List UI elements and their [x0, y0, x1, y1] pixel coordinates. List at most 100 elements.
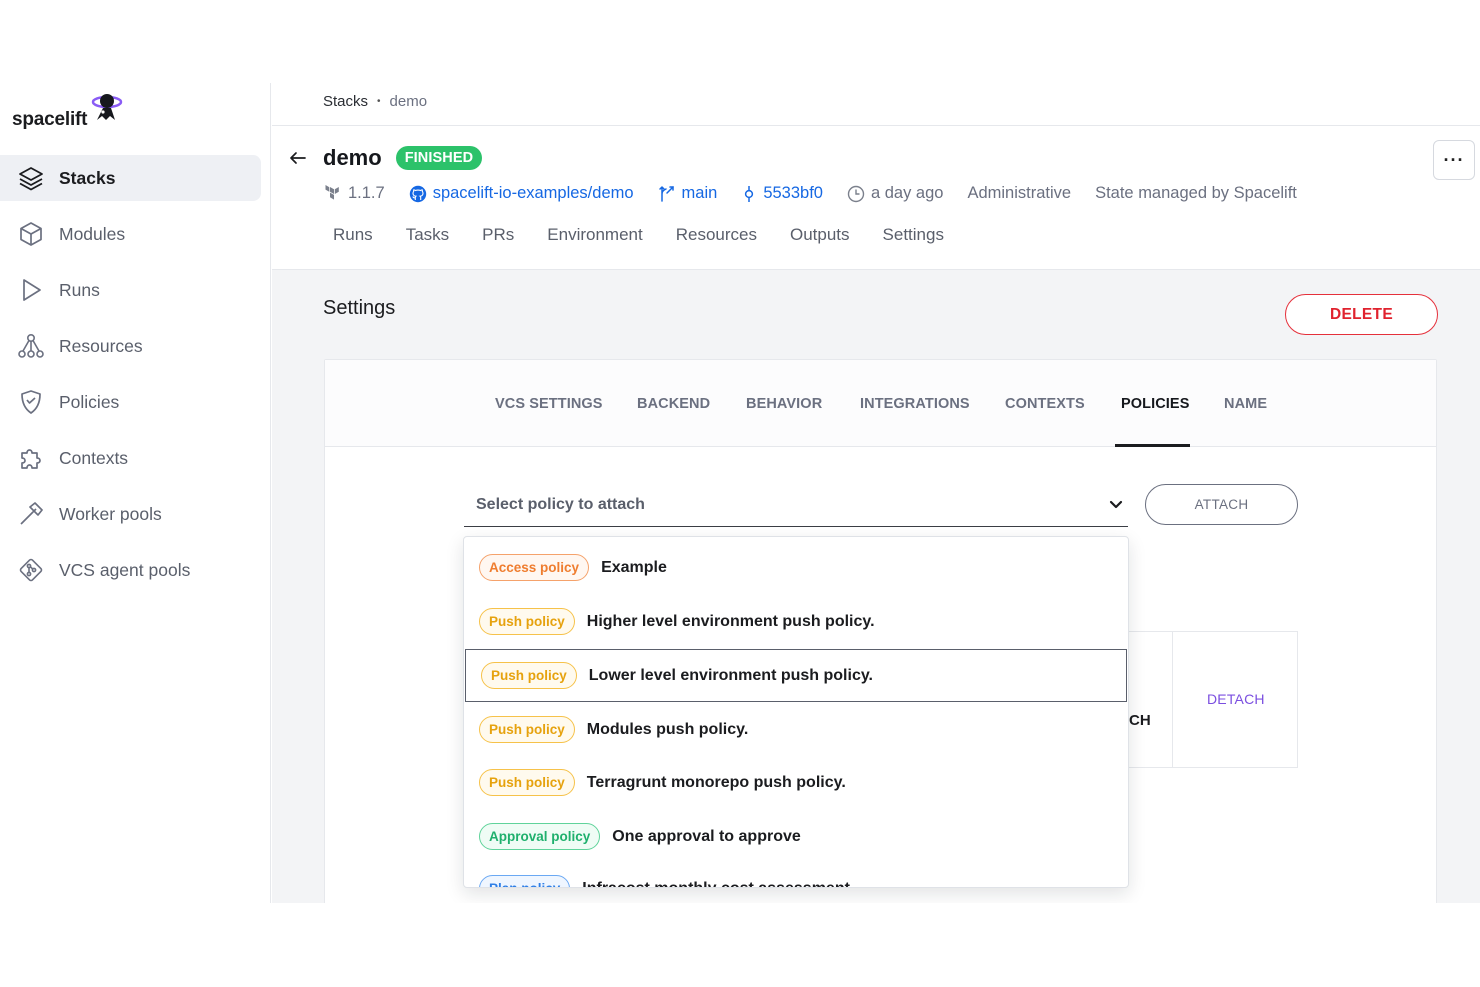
delete-button[interactable]: DELETE	[1285, 294, 1438, 335]
page-title: demo	[323, 145, 382, 170]
back-arrow-icon[interactable]	[288, 148, 308, 168]
policy-type-badge: Approval policy	[479, 823, 601, 850]
tab-environment[interactable]: Environment	[547, 225, 642, 245]
repo-link[interactable]: spacelift-io-examples/demo	[409, 184, 634, 203]
settings-tabs: VCS SETTINGS BACKEND BEHAVIOR INTEGRATIO…	[325, 360, 1436, 447]
sidebar-item-label: Runs	[59, 279, 100, 300]
policy-name: Modules push policy.	[586, 720, 749, 738]
tab-vcs-settings[interactable]: VCS SETTINGS	[495, 396, 603, 412]
branch-link[interactable]: main	[658, 184, 717, 203]
logo[interactable]: spacelift	[12, 94, 123, 131]
puzzle-icon	[16, 443, 46, 473]
tab-tasks[interactable]: Tasks	[406, 225, 449, 245]
sidebar-item-label: Modules	[59, 223, 126, 244]
policy-name: Lower level environment push policy.	[588, 666, 873, 684]
sidebar: spacelift Stacks Modules Runs Resources …	[0, 83, 271, 903]
breadcrumb: Stacks • demo	[323, 93, 427, 110]
sidebar-item-label: Stacks	[59, 167, 116, 188]
cube-icon	[16, 219, 46, 249]
sidebar-item-runs[interactable]: Runs	[0, 267, 261, 313]
tab-settings[interactable]: Settings	[883, 225, 944, 245]
detach-button[interactable]: DETACH	[1207, 691, 1265, 707]
breadcrumb-stacks[interactable]: Stacks	[323, 93, 368, 110]
attach-button[interactable]: ATTACH	[1145, 484, 1298, 525]
tab-behavior[interactable]: BEHAVIOR	[746, 396, 822, 412]
breadcrumb-current: demo	[389, 93, 428, 110]
policy-name: Terragrunt monorepo push policy.	[586, 773, 846, 791]
logo-text: spacelift	[12, 109, 88, 130]
sidebar-item-policies[interactable]: Policies	[0, 379, 261, 425]
sidebar-item-worker-pools[interactable]: Worker pools	[0, 491, 261, 537]
shield-icon	[16, 387, 46, 417]
app-frame: spacelift Stacks Modules Runs Resources …	[0, 83, 1480, 903]
policy-type-badge: Push policy	[479, 769, 575, 796]
sidebar-item-label: Resources	[59, 335, 143, 356]
list-item[interactable]: Push policy Higher level environment pus…	[464, 595, 1128, 648]
policy-name: Higher level environment push policy.	[586, 612, 875, 630]
commit-link[interactable]: 5533bf0	[741, 184, 823, 203]
updated-time: a day ago	[847, 184, 943, 203]
stack-state: State managed by Spacelift	[1095, 184, 1297, 202]
sidebar-item-label: Worker pools	[59, 503, 162, 524]
stack-header: demo FINISHED	[288, 145, 483, 171]
policy-type-badge: Push policy	[479, 608, 575, 635]
layers-icon	[16, 163, 46, 193]
list-item-highlighted[interactable]: Push policy Lower level environment push…	[465, 649, 1127, 702]
sidebar-item-resources[interactable]: Resources	[0, 323, 261, 369]
sidebar-nav: Stacks Modules Runs Resources Policies C…	[0, 155, 271, 603]
stack-tabs: Runs Tasks PRs Environment Resources Out…	[333, 225, 977, 245]
list-item[interactable]: Push policy Terragrunt monorepo push pol…	[464, 756, 1128, 809]
tab-outputs[interactable]: Outputs	[790, 225, 850, 245]
list-item[interactable]: Push policy Modules push policy.	[464, 703, 1128, 756]
table-cell-fragment: CH	[1129, 712, 1151, 729]
sidebar-item-label: Policies	[59, 391, 120, 412]
tab-contexts[interactable]: CONTEXTS	[1005, 396, 1085, 412]
sidebar-item-label: VCS agent pools	[59, 559, 191, 580]
terraform-version: 1.1.7	[324, 184, 385, 203]
policy-type-badge: Plan policy	[479, 875, 571, 887]
attached-policy-row: CH DETACH	[1115, 631, 1298, 768]
sidebar-item-stacks[interactable]: Stacks	[0, 155, 261, 201]
policy-name: One approval to approve	[612, 827, 801, 845]
tab-runs[interactable]: Runs	[333, 225, 373, 245]
stack-role: Administrative	[967, 184, 1072, 202]
tab-policies[interactable]: POLICIES	[1121, 396, 1189, 412]
clock-icon	[847, 185, 865, 202]
stack-meta: 1.1.7 spacelift-io-examples/demo main 55…	[324, 184, 1321, 203]
sidebar-item-vcs-agent-pools[interactable]: VCS agent pools	[0, 547, 261, 593]
play-icon	[16, 275, 46, 305]
tab-integrations[interactable]: INTEGRATIONS	[860, 396, 970, 412]
policy-select-placeholder: Select policy to attach	[476, 496, 645, 513]
chevron-down-icon	[1109, 500, 1123, 509]
policy-type-badge: Push policy	[479, 716, 575, 743]
git-icon	[16, 555, 46, 585]
sidebar-item-modules[interactable]: Modules	[0, 211, 261, 257]
branch-icon	[658, 185, 674, 202]
sidebar-item-contexts[interactable]: Contexts	[0, 435, 261, 481]
policy-name: Infracost monthly cost assessment	[582, 879, 850, 888]
nodes-icon	[16, 331, 46, 361]
github-icon	[409, 185, 426, 202]
list-item[interactable]: Approval policy One approval to approve	[464, 810, 1128, 863]
header-divider	[272, 125, 1480, 126]
policy-name: Example	[601, 558, 667, 576]
tab-name[interactable]: NAME	[1224, 396, 1267, 412]
list-item[interactable]: Plan policy Infracost monthly cost asses…	[464, 862, 1128, 888]
more-options-button[interactable]: ···	[1433, 140, 1475, 180]
tab-resources[interactable]: Resources	[676, 225, 757, 245]
commit-icon	[745, 185, 754, 202]
status-badge: FINISHED	[395, 146, 483, 170]
active-tab-indicator	[1115, 444, 1190, 447]
sidebar-item-label: Contexts	[59, 447, 129, 468]
terraform-icon	[325, 184, 339, 200]
tab-prs[interactable]: PRs	[482, 225, 514, 245]
breadcrumb-separator: •	[377, 96, 381, 107]
hammer-icon	[16, 499, 46, 529]
policy-dropdown: Access policy Example Push policy Higher…	[463, 536, 1129, 888]
settings-title: Settings	[323, 297, 396, 319]
tab-backend[interactable]: BACKEND	[637, 396, 710, 412]
policy-type-badge: Push policy	[481, 662, 577, 689]
policy-type-badge: Access policy	[479, 554, 590, 581]
policy-select[interactable]: Select policy to attach	[464, 484, 1128, 527]
list-item[interactable]: Access policy Example	[464, 541, 1128, 594]
